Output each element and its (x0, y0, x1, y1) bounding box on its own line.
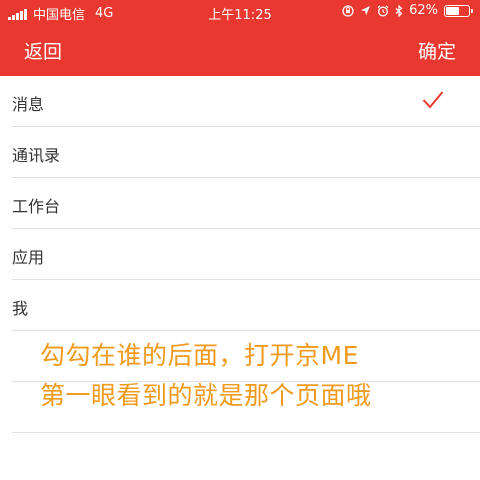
instruction-line-1: 勾勾在谁的后面，打开京ME (40, 341, 359, 370)
location-icon (361, 5, 371, 15)
instruction-line-2: 第一眼看到的就是那个页面哦 (40, 381, 372, 410)
confirm-button[interactable]: 确定 (418, 37, 456, 64)
lock-rotation-icon (342, 4, 354, 17)
list-item-contacts[interactable]: 通讯录 (12, 127, 480, 178)
list-item-label: 消息 (12, 95, 45, 114)
checkmark-icon (422, 91, 444, 109)
instruction-overlay: 勾勾在谁的后面，打开京ME 第一眼看到的就是那个页面哦 (40, 336, 470, 416)
back-button[interactable]: 返回 (24, 37, 62, 64)
list-item-me[interactable]: 我 (12, 280, 480, 331)
battery-percent: 62% (409, 3, 438, 18)
alarm-icon (377, 5, 389, 16)
list-item-messages[interactable]: 消息 (12, 76, 480, 127)
bluetooth-icon (395, 4, 403, 17)
list-item-apps[interactable]: 应用 (12, 229, 480, 280)
list-item-label: 通讯录 (12, 146, 61, 165)
nav-bar: 返回 确定 (0, 24, 480, 76)
list-item-label: 我 (12, 299, 29, 318)
status-right: 62% (342, 3, 473, 18)
list-item-workbench[interactable]: 工作台 (12, 178, 480, 229)
list-item-label: 应用 (12, 248, 45, 267)
list-item-label: 工作台 (12, 197, 61, 216)
battery-icon (444, 4, 473, 17)
status-bar: 中国电信 4G 上午11:25 62% (0, 0, 480, 24)
battery-fill (446, 6, 459, 15)
